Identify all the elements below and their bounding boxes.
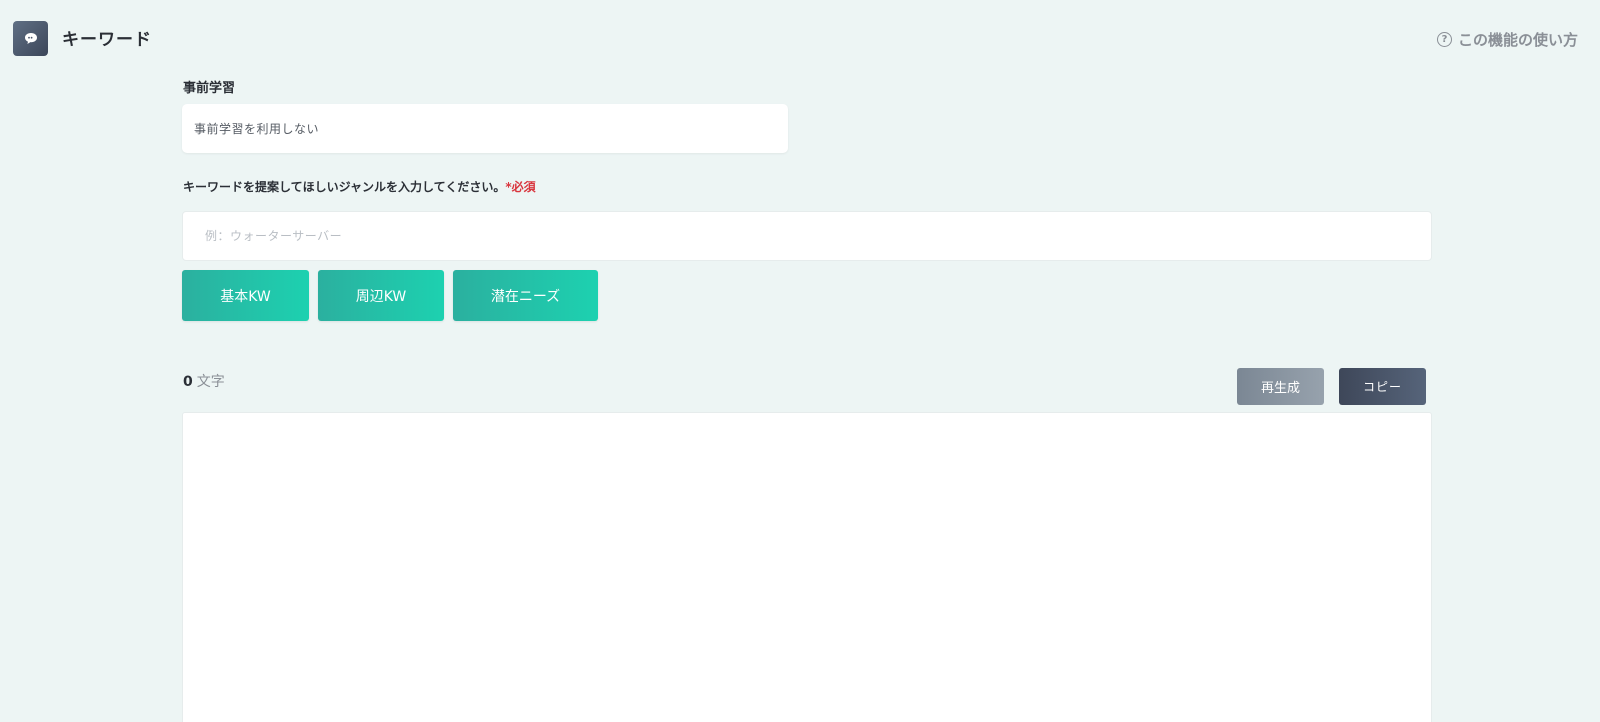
required-mark: *必須 xyxy=(505,180,536,194)
char-count-unit: 文字 xyxy=(196,374,225,390)
page: キーワード ? この機能の使い方 事前学習 事前学習を利用しない キーワードを提… xyxy=(0,0,1600,722)
related-kw-button[interactable]: 周辺KW xyxy=(318,270,444,321)
genre-label-text: キーワードを提案してほしいジャンルを入力してください。 xyxy=(183,180,506,194)
char-count: 0 文字 xyxy=(183,371,225,391)
chat-bubble-icon xyxy=(13,21,48,56)
prelearning-select[interactable]: 事前学習を利用しない xyxy=(182,104,788,153)
prelearning-selected-value: 事前学習を利用しない xyxy=(194,122,320,136)
genre-label: キーワードを提案してほしいジャンルを入力してください。*必須 xyxy=(183,178,536,195)
genre-input[interactable] xyxy=(182,211,1432,261)
copy-button[interactable]: コピー xyxy=(1339,368,1426,405)
help-link[interactable]: ? この機能の使い方 xyxy=(1436,29,1578,50)
basic-kw-button[interactable]: 基本KW xyxy=(182,270,309,321)
char-count-value: 0 xyxy=(183,374,193,390)
result-output-area[interactable] xyxy=(182,412,1432,722)
page-title: キーワード xyxy=(62,30,152,50)
latent-needs-button[interactable]: 潜在ニーズ xyxy=(453,270,598,321)
question-circle-icon: ? xyxy=(1436,32,1452,47)
help-link-label: この機能の使い方 xyxy=(1457,31,1578,49)
prelearning-label: 事前学習 xyxy=(183,81,236,96)
regenerate-button[interactable]: 再生成 xyxy=(1237,368,1324,405)
